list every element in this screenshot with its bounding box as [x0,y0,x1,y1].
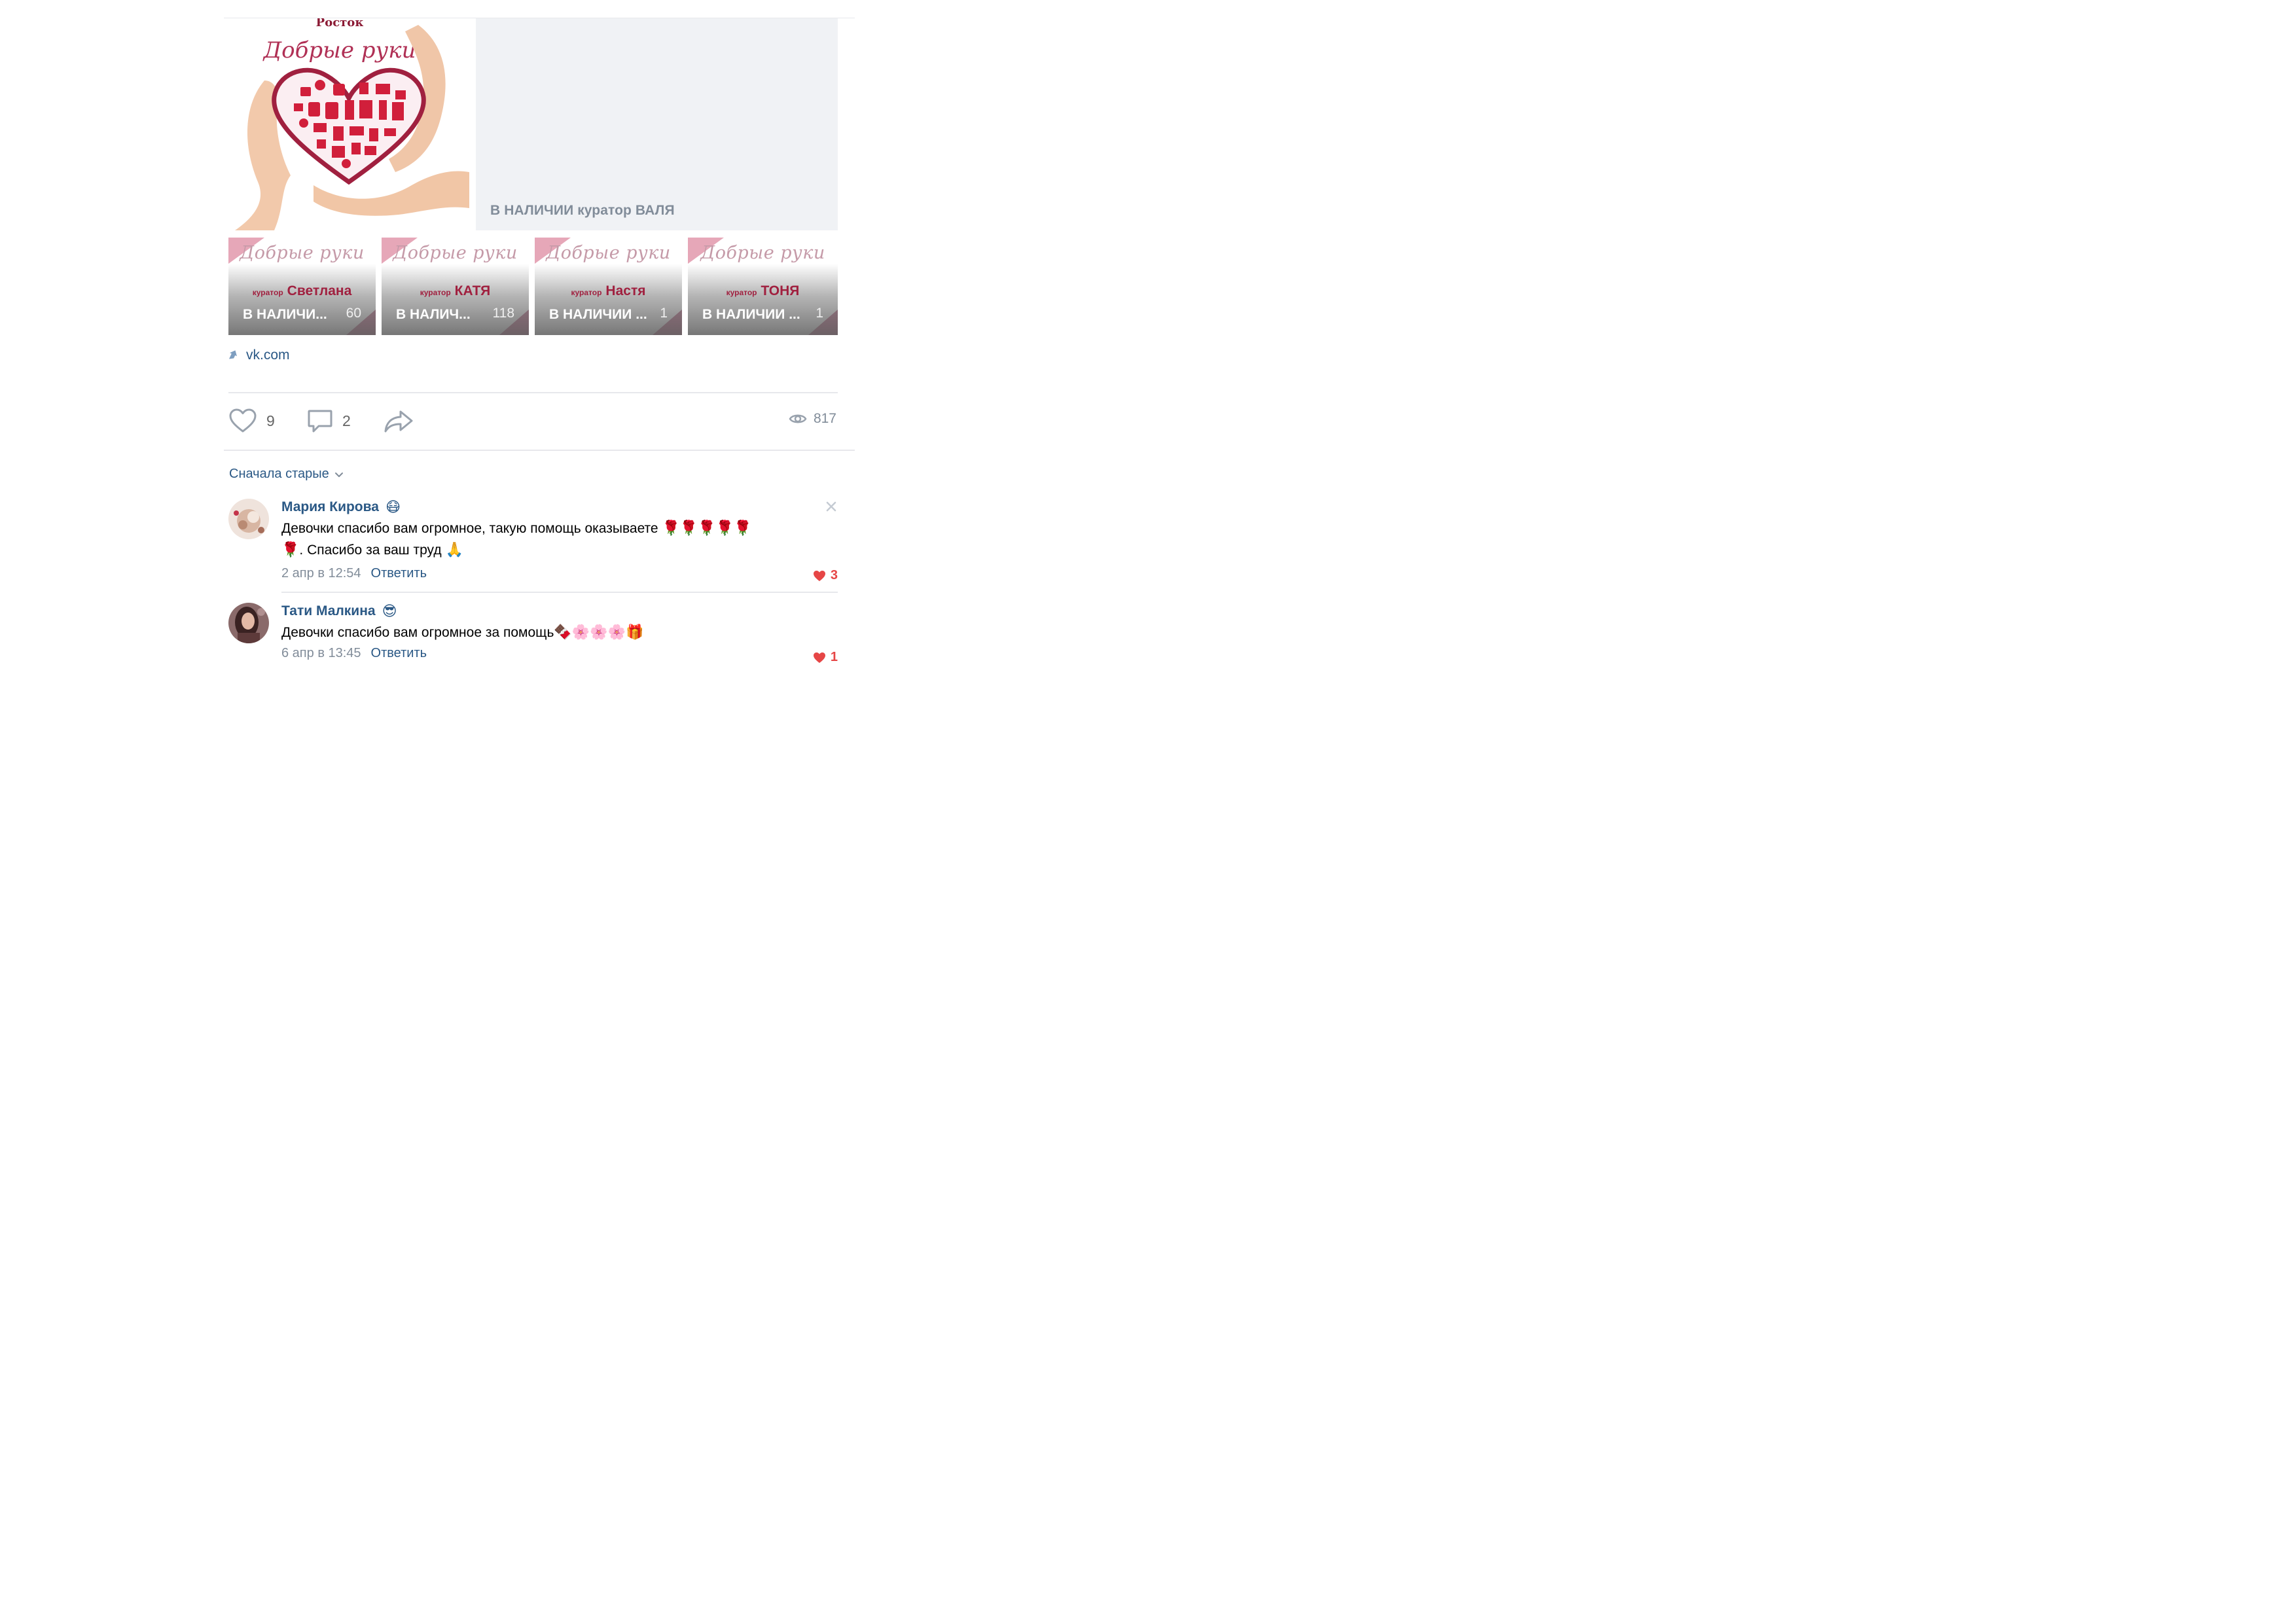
comment-date[interactable]: 2 апр в 12:54 [281,566,361,581]
like-button[interactable]: 9 [228,407,275,435]
album-title: В НАЛИЧИИ куратор ВАЛЯ [490,203,675,218]
wall-post: Росток Добрые руки В НАЛИЧИИ куратор ВАЛ… [224,0,855,718]
comment-author[interactable]: Тати Малкина 😎 [281,603,397,620]
album-card[interactable]: В НАЛИЧИИ куратор ВАЛЯ [476,18,838,230]
author-emoji: 😎 [382,603,397,619]
thumb-script-title: Добрые руки [546,243,671,263]
thumb-caption: В НАЛИЧИИ ... [702,307,800,322]
eye-icon [789,414,807,423]
views-count: 817 [813,411,836,426]
views-counter: 817 [789,411,836,427]
album-thumb-tonya[interactable]: Добрые руки куратор ТОНЯ В НАЛИЧИИ ... 1 [688,238,838,335]
thumb-script-title: Добрые руки [240,243,365,263]
thumb-curator: куратор КАТЯ [420,283,491,298]
comment-icon [308,410,332,433]
thumb-caption: В НАЛИЧИИ ... [549,307,647,322]
external-link-icon [229,350,237,359]
comment-button[interactable]: 2 [307,407,351,435]
album-thumb-svetlana[interactable]: Добрые руки куратор Светлана В НАЛИЧИ... … [228,238,376,335]
comment-like-count: 3 [830,568,838,582]
comment-text: Девочки спасибо вам огромное, такую помо… [281,520,752,558]
share-icon [384,410,413,433]
post-main-photo[interactable]: Росток Добрые руки [228,18,469,230]
comment-author[interactable]: Мария Кирова 😷 [281,499,401,516]
thumb-curator: куратор Светлана [252,283,352,298]
link-text: vk.com [246,348,290,363]
divider [228,392,838,393]
comment-count: 2 [342,412,351,429]
thumb-caption: В НАЛИЧ... [396,307,471,322]
comment-like-button[interactable]: 3 [813,568,838,583]
like-count: 9 [266,412,275,429]
logo-text: Росток [316,18,364,29]
avatar[interactable] [228,499,269,539]
post-link[interactable]: vk.com [229,347,290,364]
thumb-count: 60 [346,306,361,321]
curator-name: Настя [605,283,646,298]
thumb-script-title: Добрые руки [393,243,518,263]
curator-name: КАТЯ [454,283,491,298]
comment-like-count: 1 [830,650,838,664]
avatar[interactable] [228,603,269,643]
thumb-count: 1 [660,306,668,321]
comment-item: Тати Малкина 😎 Девочки спасибо вам огром… [228,603,838,668]
comment-text: Девочки спасибо вам огромное за помощь🍫🌸… [281,624,644,640]
comment-meta: 6 апр в 13:45 Ответить [281,646,838,661]
comment-item: Мария Кирова 😷 Девочки спасибо вам огром… [228,499,838,593]
script-title: Добрые руки [262,37,416,63]
album-thumb-nastya[interactable]: Добрые руки куратор Настя В НАЛИЧИИ ... 1 [535,238,682,335]
comment-meta: 2 апр в 12:54 Ответить [281,566,838,581]
sort-label: Сначала старые [229,467,329,481]
thumb-curator: куратор ТОНЯ [726,283,800,298]
heart-hands-illustration: Росток Добрые руки [228,18,469,230]
chevron-down-icon [334,472,343,477]
thumb-script-title: Добрые руки [700,243,825,263]
divider [281,592,838,593]
heart-filled-icon [813,652,825,663]
comment-date[interactable]: 6 апр в 13:45 [281,646,361,661]
curator-name: ТОНЯ [761,283,800,298]
share-button[interactable] [384,407,414,435]
thumb-curator: куратор Настя [571,283,646,298]
divider [224,450,855,451]
comment-like-button[interactable]: 1 [813,650,838,665]
heart-filled-icon [813,570,825,581]
close-icon[interactable] [825,500,838,513]
album-thumbs: Добрые руки куратор Светлана В НАЛИЧИ... … [228,238,838,335]
reply-button[interactable]: Ответить [371,566,427,581]
curator-name: Светлана [287,283,352,298]
thumb-count: 118 [492,306,514,321]
album-thumb-katya[interactable]: Добрые руки куратор КАТЯ В НАЛИЧ... 118 [382,238,529,335]
comments-sort-dropdown[interactable]: Сначала старые [229,467,344,482]
author-emoji: 😷 [385,499,401,515]
reply-button[interactable]: Ответить [371,646,427,661]
thumb-count: 1 [816,306,823,321]
heart-outline-icon [229,408,257,433]
thumb-caption: В НАЛИЧИ... [243,307,327,322]
